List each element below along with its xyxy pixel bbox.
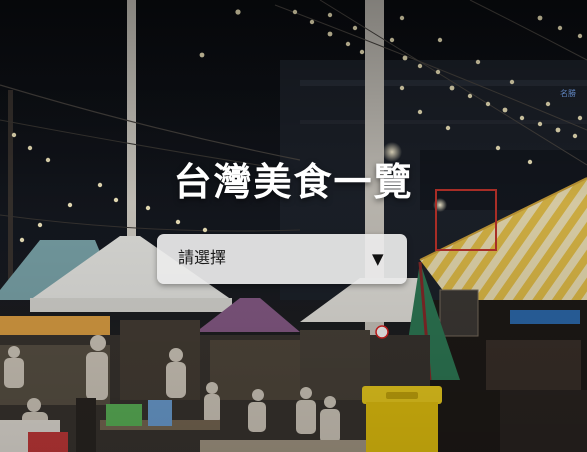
- hero-banner: 名勝 台灣美食一覽 請選擇 ▼: [0, 0, 587, 452]
- dropdown-selected-value: 請選擇: [178, 248, 227, 267]
- food-category-dropdown[interactable]: 請選擇 ▼: [157, 234, 407, 284]
- page-title: 台灣美食一覽: [173, 160, 414, 204]
- chevron-down-icon: ▼: [372, 250, 384, 268]
- night-market-background-image: 名勝: [0, 0, 587, 452]
- svg-text:名勝: 名勝: [560, 88, 576, 98]
